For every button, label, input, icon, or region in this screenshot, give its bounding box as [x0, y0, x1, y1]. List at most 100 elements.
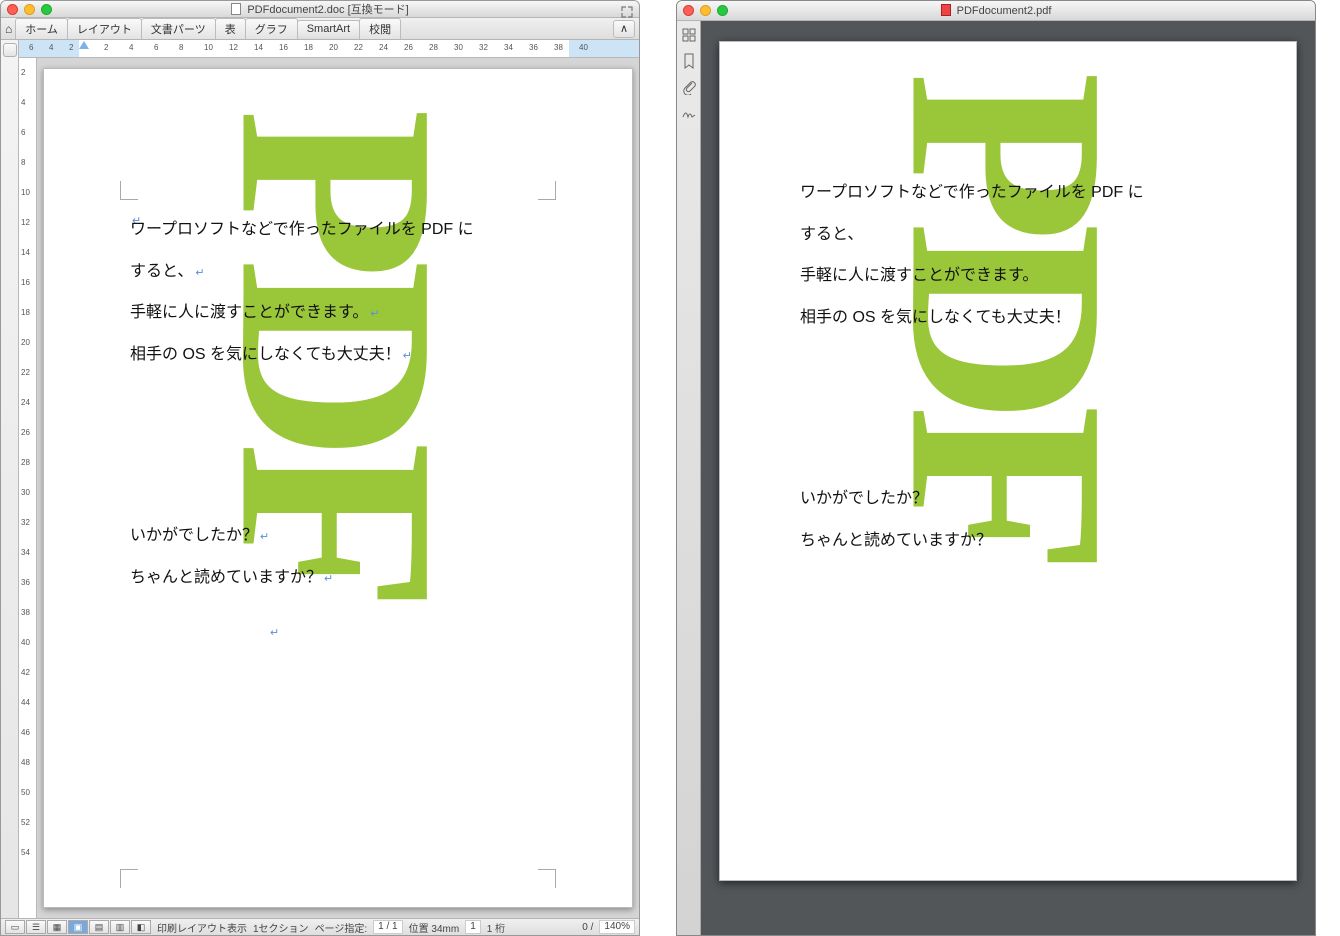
status-page-label: ページ指定: [315, 920, 368, 935]
text-line: 手軽に人に渡すことができます。↵ [130, 292, 546, 334]
ruler-tick: 28 [21, 458, 30, 467]
ruler-tick: 38 [21, 608, 30, 617]
ruler-tick: 12 [21, 218, 30, 227]
word-title-text: PDFdocument2.doc [互換モード] [247, 4, 408, 16]
help-button[interactable]: ∧ [613, 20, 635, 38]
margin-mark-icon [536, 869, 556, 889]
ruler-tick: 46 [21, 728, 30, 737]
ruler-tick: 16 [21, 278, 30, 287]
ruler-tick: 4 [129, 43, 133, 52]
view-outline-button[interactable]: ☰ [26, 920, 46, 934]
pilcrow-icon: ↵ [324, 573, 333, 585]
pdf-file-icon [941, 4, 951, 16]
pdf-page-content: PDF ワープロソフトなどで作ったファイルを PDF に すると、 手軽に人に渡… [800, 162, 1216, 840]
pdf-page[interactable]: PDF ワープロソフトなどで作ったファイルを PDF に すると、 手軽に人に渡… [719, 41, 1297, 881]
pilcrow-icon: ↵ [260, 531, 269, 543]
ruler-tick: 40 [21, 638, 30, 647]
status-view-label: 印刷レイアウト表示 [157, 920, 247, 935]
ruler-tick: 16 [279, 43, 288, 52]
tab-table[interactable]: 表 [215, 18, 246, 39]
status-page-value[interactable]: 1 / 1 [373, 920, 402, 934]
ruler-tick: 48 [21, 758, 30, 767]
view-print-layout-button[interactable]: ▣ [68, 920, 88, 934]
horizontal-ruler[interactable]: 6 4 2 2 4 6 8 10 12 14 16 18 20 22 24 26… [19, 40, 639, 58]
margin-mark-icon [536, 179, 556, 199]
ruler-tick: 10 [204, 43, 213, 52]
ruler-tick: 2 [21, 68, 25, 77]
word-ribbon-tabs: ⌂ ホーム レイアウト 文書パーツ 表 グラフ SmartArt 校閲 ∧ [1, 18, 639, 40]
vertical-ruler[interactable]: 2 4 6 8 10 12 14 16 18 20 22 24 26 28 30… [19, 58, 37, 918]
ruler-tick: 14 [254, 43, 263, 52]
view-notebook-button[interactable]: ▤ [89, 920, 109, 934]
ruler-tick: 26 [404, 43, 413, 52]
ruler-tick: 44 [21, 698, 30, 707]
word-titlebar: PDFdocument2.doc [互換モード] [1, 1, 639, 18]
attachment-icon[interactable] [681, 79, 697, 95]
word-statusbar: ▭ ☰ ▦ ▣ ▤ ▥ ◧ 印刷レイアウト表示 1セクション ページ指定: 1 … [1, 918, 639, 935]
home-icon[interactable]: ⌂ [5, 22, 12, 36]
view-publishing-button[interactable]: ▥ [110, 920, 130, 934]
status-line: 1 [465, 920, 481, 934]
doc-area: 6 4 2 2 4 6 8 10 12 14 16 18 20 22 24 26… [19, 40, 639, 918]
margin-mark-icon [120, 869, 140, 889]
page-scroll[interactable]: PDF ↵ ワープロソフトなどで作ったファイルを PDF に すると、↵ 手軽に… [37, 58, 639, 918]
thumbnails-icon[interactable] [681, 27, 697, 43]
selection-tool-button[interactable] [3, 43, 17, 57]
ruler-tick: 36 [529, 43, 538, 52]
ruler-tick: 8 [21, 158, 25, 167]
page-content: PDF ↵ ワープロソフトなどで作ったファイルを PDF に すると、↵ 手軽に… [130, 199, 546, 867]
status-col: 1 桁 [487, 920, 505, 935]
ruler-tick: 50 [21, 788, 30, 797]
text-line-serif: ちゃんと読めていますか？ [800, 520, 1216, 562]
ruler-tick: 40 [579, 43, 588, 52]
text-line: すると、↵ [130, 251, 546, 293]
ruler-tick: 34 [504, 43, 513, 52]
doc-file-icon [231, 3, 241, 15]
view-web-button[interactable]: ▦ [47, 920, 67, 934]
tab-chart[interactable]: グラフ [245, 18, 298, 39]
ruler-tick: 34 [21, 548, 30, 557]
ruler-tick: 18 [304, 43, 313, 52]
text-line: ワープロソフトなどで作ったファイルを PDF に [800, 172, 1216, 214]
view-mode-buttons: ▭ ☰ ▦ ▣ ▤ ▥ ◧ [5, 920, 151, 934]
pdf-body: PDF ワープロソフトなどで作ったファイルを PDF に すると、 手軽に人に渡… [677, 21, 1315, 935]
document-page[interactable]: PDF ↵ ワープロソフトなどで作ったファイルを PDF に すると、↵ 手軽に… [43, 68, 633, 908]
ruler-tick: 10 [21, 188, 30, 197]
ruler-tick: 6 [154, 43, 158, 52]
ruler-tick: 24 [379, 43, 388, 52]
tab-home[interactable]: ホーム [15, 18, 68, 39]
tab-smartart[interactable]: SmartArt [297, 20, 360, 37]
view-focus-button[interactable]: ◧ [131, 920, 151, 934]
margin-mark-icon [120, 179, 140, 199]
page-wrap: 2 4 6 8 10 12 14 16 18 20 22 24 26 28 30… [19, 58, 639, 918]
view-draft-button[interactable]: ▭ [5, 920, 25, 934]
ruler-tick: 2 [69, 43, 73, 52]
ruler-tick: 18 [21, 308, 30, 317]
pdf-window-title: PDFdocument2.pdf [677, 4, 1315, 17]
ruler-tick: 30 [21, 488, 30, 497]
fullscreen-icon[interactable] [621, 5, 633, 17]
pdf-nav-pane [677, 21, 701, 935]
status-zoom[interactable]: 140% [599, 920, 635, 934]
bookmark-icon[interactable] [681, 53, 697, 69]
ruler-tick: 32 [21, 518, 30, 527]
pdf-viewport[interactable]: PDF ワープロソフトなどで作ったファイルを PDF に すると、 手軽に人に渡… [701, 21, 1315, 935]
body-text[interactable]: ↵ ワープロソフトなどで作ったファイルを PDF に すると、↵ 手軽に人に渡す… [130, 199, 546, 647]
status-section: 1セクション [253, 920, 309, 935]
ruler-tick: 30 [454, 43, 463, 52]
pdf-window: PDFdocument2.pdf PDF [676, 0, 1316, 936]
indent-marker-icon[interactable] [79, 41, 89, 49]
ruler-tick: 12 [229, 43, 238, 52]
pilcrow-icon: ↵ [403, 350, 412, 362]
signature-icon[interactable] [681, 105, 697, 121]
tab-doc-parts[interactable]: 文書パーツ [141, 18, 216, 39]
pdf-title-text: PDFdocument2.pdf [957, 5, 1052, 17]
ruler-tick: 28 [429, 43, 438, 52]
ruler-tick: 32 [479, 43, 488, 52]
text-line-serif: いかがでしたか？ [800, 478, 1216, 520]
tab-review[interactable]: 校閲 [359, 18, 401, 39]
ruler-tick: 2 [104, 43, 108, 52]
text-line: 手軽に人に渡すことができます。 [800, 255, 1216, 297]
tab-layout[interactable]: レイアウト [67, 18, 142, 39]
text-line: 相手の OS を気にしなくても大丈夫！↵ [130, 334, 546, 376]
